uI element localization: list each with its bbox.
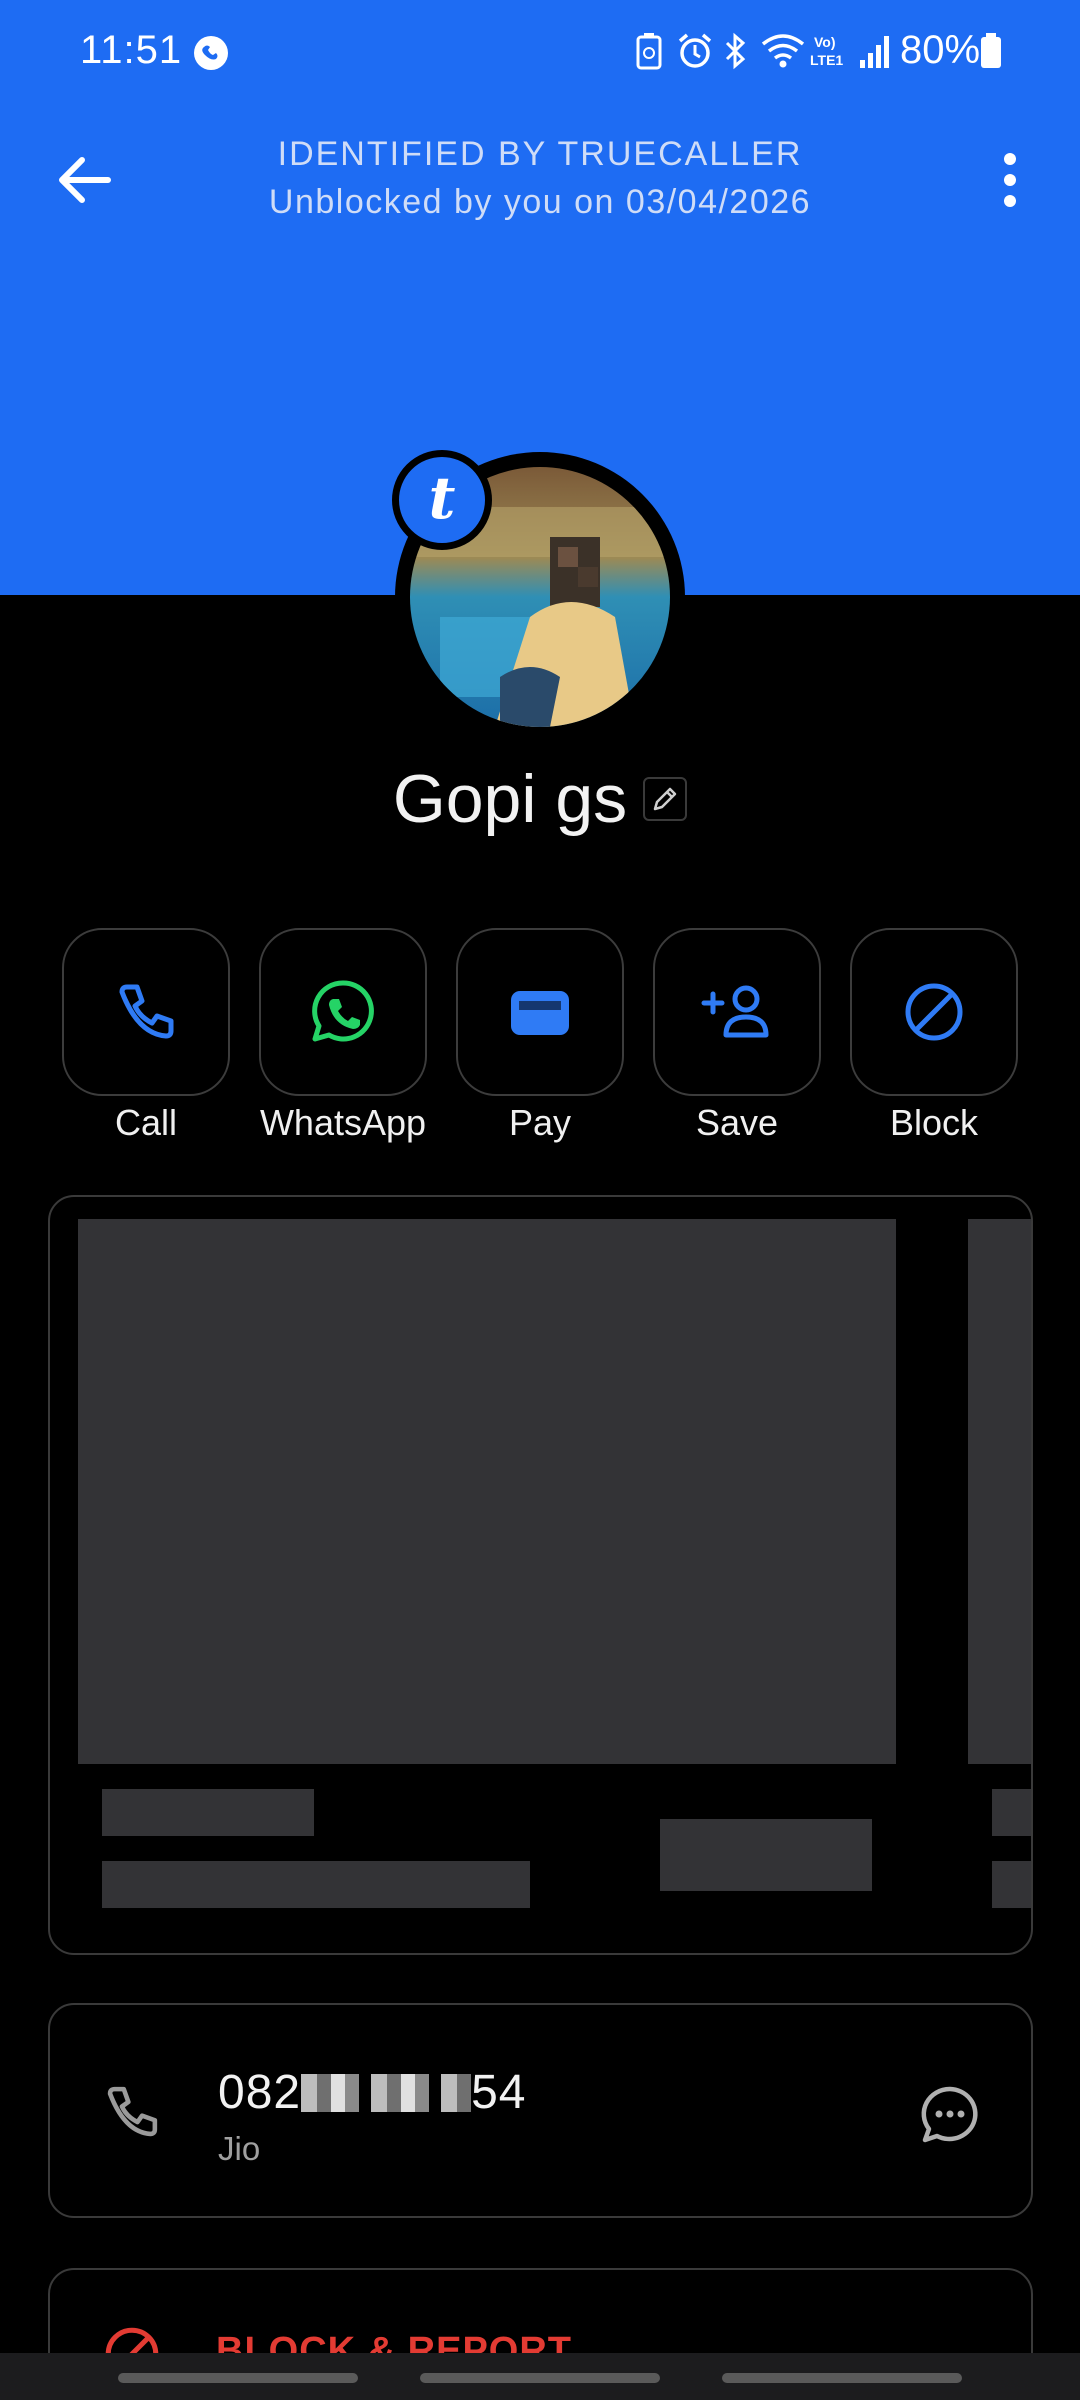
pay-label: Pay bbox=[508, 1102, 572, 1143]
call-label: Call bbox=[114, 1102, 177, 1143]
nav-back-button[interactable] bbox=[722, 2373, 962, 2383]
svg-text:LTE1: LTE1 bbox=[810, 52, 843, 68]
placeholder-line bbox=[102, 1789, 314, 1836]
save-action[interactable]: Save bbox=[653, 928, 821, 1144]
truecaller-badge: t bbox=[392, 450, 492, 550]
phone-number-prefix: 082 bbox=[218, 2066, 302, 2119]
truecaller-logo-letter: t bbox=[428, 464, 456, 532]
phone-number-redacted bbox=[301, 2074, 472, 2112]
header-subtitle: Unblocked by you on 03/04/2026 bbox=[268, 183, 812, 221]
whatsapp-icon bbox=[312, 980, 374, 1042]
add-person-icon bbox=[701, 985, 769, 1038]
nav-recents-button[interactable] bbox=[118, 2373, 358, 2383]
pencil-icon bbox=[653, 787, 677, 811]
contact-name-row: Gopi gs bbox=[0, 760, 1080, 838]
placeholder-image-next bbox=[968, 1219, 1031, 1764]
phone-icon bbox=[119, 984, 174, 1039]
pay-action[interactable]: Pay bbox=[456, 928, 624, 1144]
nav-home-button[interactable] bbox=[420, 2373, 660, 2383]
phone-number-suffix: 54 bbox=[471, 2066, 527, 2119]
status-bar: 11:51 Vo) LTE1 80% bbox=[0, 0, 1080, 105]
placeholder-line bbox=[102, 1861, 530, 1908]
battery-percentage: 80% bbox=[900, 28, 981, 72]
call-button[interactable] bbox=[62, 928, 230, 1096]
phone-carrier: Jio bbox=[218, 2130, 261, 2167]
phone-icon bbox=[107, 2086, 158, 2137]
contact-name: Gopi gs bbox=[392, 761, 628, 837]
whatsapp-button[interactable] bbox=[259, 928, 427, 1096]
save-label: Save bbox=[695, 1102, 779, 1143]
header-title: IDENTIFIED BY TRUECALLER bbox=[277, 135, 803, 173]
signal-icon bbox=[860, 36, 889, 68]
ad-placeholder-card bbox=[48, 1195, 1033, 1955]
svg-text:Vo): Vo) bbox=[814, 34, 836, 50]
block-icon bbox=[905, 983, 963, 1041]
call-action[interactable]: Call bbox=[62, 928, 230, 1144]
status-time: 11:51 bbox=[80, 28, 183, 72]
battery-icon bbox=[981, 33, 1001, 68]
phone-number-card[interactable]: 082 54 Jio bbox=[48, 2003, 1033, 2218]
wallet-icon bbox=[511, 991, 569, 1035]
placeholder-line bbox=[992, 1789, 1031, 1836]
volte-icon: Vo) LTE1 bbox=[810, 34, 843, 68]
block-action[interactable]: Block bbox=[850, 928, 1018, 1144]
placeholder-button bbox=[660, 1819, 872, 1891]
arrow-left-icon bbox=[59, 157, 111, 203]
block-label: Block bbox=[889, 1102, 979, 1143]
truecaller-notification-icon bbox=[194, 36, 228, 70]
block-button[interactable] bbox=[850, 928, 1018, 1096]
whatsapp-action[interactable]: WhatsApp bbox=[259, 928, 427, 1144]
navigation-bar bbox=[0, 2353, 1080, 2400]
placeholder-line bbox=[992, 1861, 1031, 1908]
back-button[interactable] bbox=[50, 145, 120, 215]
more-vertical-icon bbox=[1004, 153, 1016, 207]
message-icon[interactable] bbox=[918, 2083, 982, 2147]
more-options-button[interactable] bbox=[985, 145, 1035, 215]
whatsapp-label: WhatsApp bbox=[259, 1102, 427, 1143]
battery-saver-icon bbox=[636, 33, 662, 70]
bluetooth-icon bbox=[725, 32, 746, 70]
alarm-icon bbox=[678, 33, 712, 68]
save-button[interactable] bbox=[653, 928, 821, 1096]
pay-button[interactable] bbox=[456, 928, 624, 1096]
placeholder-image bbox=[78, 1219, 896, 1764]
edit-name-button[interactable] bbox=[643, 777, 688, 821]
wifi-icon bbox=[761, 34, 805, 68]
phone-number: 082 54 bbox=[218, 2065, 526, 2120]
